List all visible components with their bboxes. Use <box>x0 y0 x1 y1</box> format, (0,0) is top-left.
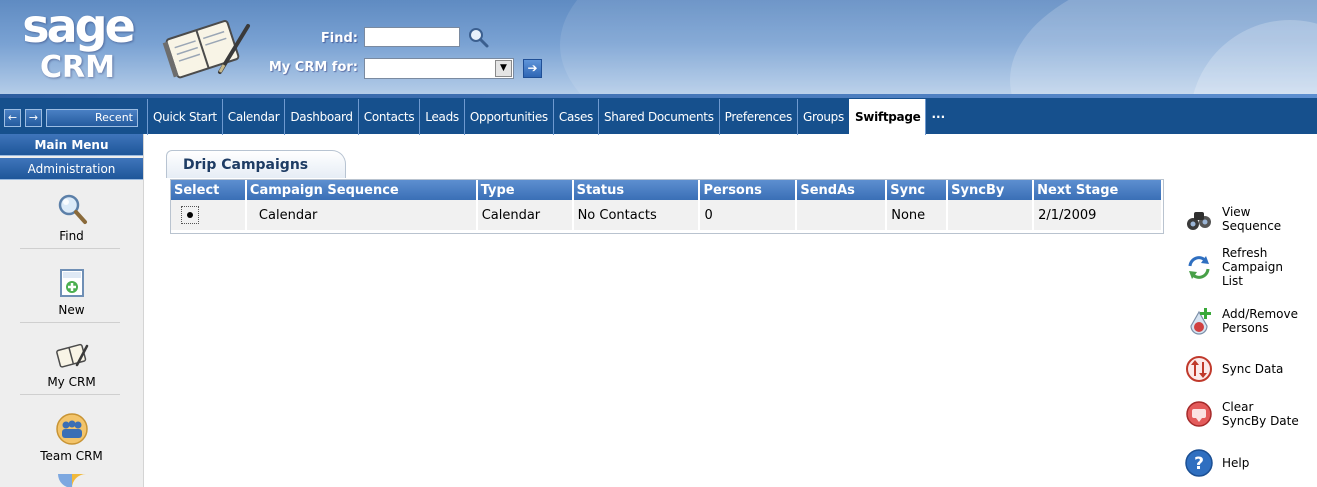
next-stage-cell: 2/1/2009 <box>1033 200 1163 230</box>
select-cell <box>171 200 247 230</box>
sidebar-item-my-crm[interactable]: My CRM <box>0 338 143 395</box>
go-arrow-button[interactable]: ➔ <box>523 59 542 78</box>
chevron-down-icon[interactable]: ▼ <box>495 60 512 77</box>
type-cell: Calendar <box>476 200 574 230</box>
tab-dashboard[interactable]: Dashboard <box>284 99 357 135</box>
clear-icon <box>1186 401 1212 427</box>
sidebar-item-label: Team CRM <box>40 449 103 463</box>
column-header-select[interactable]: Select <box>171 180 247 200</box>
sync-data-button[interactable]: Sync Data <box>1184 354 1316 384</box>
magnifier-icon <box>58 194 87 224</box>
campaign-sequence-cell: Calendar <box>245 200 478 230</box>
action-label: Sync Data <box>1222 362 1284 376</box>
reports-icon[interactable] <box>55 474 89 487</box>
logo-sage-text: sage <box>22 0 136 53</box>
main-tabs: Quick Start Calendar Dashboard Contacts … <box>147 99 950 135</box>
action-label: Help <box>1222 456 1250 470</box>
back-button[interactable]: ← <box>4 109 21 127</box>
tab-preferences[interactable]: Preferences <box>718 99 797 135</box>
panel-title: Drip Campaigns <box>183 157 309 173</box>
find-input[interactable] <box>364 27 460 47</box>
tab-leads[interactable]: Leads <box>419 99 464 135</box>
status-cell: No Contacts <box>572 200 701 230</box>
sidebar-item-team-crm[interactable]: Team CRM <box>0 412 143 463</box>
help-icon: ? <box>1185 449 1213 477</box>
header-banner: sage CRM Find: My CRM for: ▼ ➔ <box>0 0 1317 98</box>
action-label: Clear SyncBy Date <box>1222 400 1299 428</box>
clear-syncby-date-button[interactable]: Clear SyncBy Date <box>1184 399 1316 429</box>
left-sidebar: Main Menu Administration Find New My CRM… <box>0 134 144 487</box>
sidebar-item-find[interactable]: Find <box>0 192 143 249</box>
sidebar-item-label: My CRM <box>47 375 96 389</box>
add-remove-persons-button[interactable]: Add/Remove Persons <box>1184 306 1316 336</box>
refresh-campaign-list-button[interactable]: Refresh Campaign List <box>1184 246 1316 288</box>
view-sequence-button[interactable]: View Sequence <box>1184 204 1316 234</box>
drip-campaigns-panel-tab[interactable]: Drip Campaigns <box>166 150 346 178</box>
row-select-radio[interactable] <box>181 206 199 224</box>
my-crm-for-select[interactable]: ▼ <box>364 58 514 79</box>
tab-quick-start[interactable]: Quick Start <box>147 99 222 135</box>
table-row: Calendar Calendar No Contacts 0 None 2/1… <box>171 200 1163 230</box>
sage-crm-logo[interactable]: sage CRM <box>15 2 140 94</box>
find-label: Find: <box>320 31 358 46</box>
drip-campaigns-grid: Select Campaign Sequence Type Status Per… <box>170 179 1164 234</box>
administration-button[interactable]: Administration <box>0 158 143 180</box>
column-header-status[interactable]: Status <box>572 180 701 200</box>
sidebar-item-new[interactable]: New <box>0 266 143 323</box>
refresh-icon <box>1188 256 1210 279</box>
forward-button[interactable]: → <box>25 109 42 127</box>
divider <box>20 322 120 323</box>
persons-cell: 0 <box>699 200 798 230</box>
main-menu-button[interactable]: Main Menu <box>0 134 143 156</box>
sidebar-item-label: New <box>58 303 85 317</box>
binoculars-icon <box>1187 212 1211 230</box>
column-header-next-stage[interactable]: Next Stage <box>1033 180 1163 200</box>
logo-crm-text: CRM <box>40 50 115 85</box>
tab-swiftpage[interactable]: Swiftpage <box>848 99 926 135</box>
column-header-syncby[interactable]: SyncBy <box>947 180 1035 200</box>
team-icon <box>55 413 88 445</box>
column-header-campaign-sequence[interactable]: Campaign Sequence <box>245 180 478 200</box>
column-header-sendas[interactable]: SendAs <box>796 180 888 200</box>
sync-icon <box>1186 356 1212 382</box>
svg-text:?: ? <box>1194 454 1204 474</box>
search-icon[interactable] <box>466 25 490 49</box>
action-label: Add/Remove Persons <box>1222 307 1298 335</box>
tab-calendar[interactable]: Calendar <box>221 99 285 135</box>
column-header-type[interactable]: Type <box>476 180 574 200</box>
tab-cases[interactable]: Cases <box>552 99 598 135</box>
tab-more[interactable]: ··· <box>925 99 950 135</box>
tab-groups[interactable]: Groups <box>796 99 849 135</box>
column-header-sync[interactable]: Sync <box>886 180 949 200</box>
tab-opportunities[interactable]: Opportunities <box>463 99 553 135</box>
sendas-cell <box>796 200 888 230</box>
help-button[interactable]: ? Help <box>1184 448 1316 478</box>
tab-contacts[interactable]: Contacts <box>357 99 420 135</box>
syncby-cell <box>947 200 1035 230</box>
tab-shared-documents[interactable]: Shared Documents <box>597 99 719 135</box>
sidebar-item-label: Find <box>59 229 84 243</box>
new-document-icon <box>59 269 84 297</box>
my-crm-for-label: My CRM for: <box>268 60 358 75</box>
action-label: Refresh Campaign List <box>1222 246 1283 288</box>
grid-header-row: Select Campaign Sequence Type Status Per… <box>171 180 1163 200</box>
recent-button[interactable]: Recent <box>46 109 138 127</box>
add-persons-icon <box>1190 308 1211 335</box>
divider <box>20 394 120 395</box>
notebook-icon <box>55 343 88 368</box>
action-label: View Sequence <box>1222 205 1282 233</box>
divider <box>20 248 120 249</box>
sync-cell: None <box>886 200 949 230</box>
column-header-persons[interactable]: Persons <box>699 180 798 200</box>
